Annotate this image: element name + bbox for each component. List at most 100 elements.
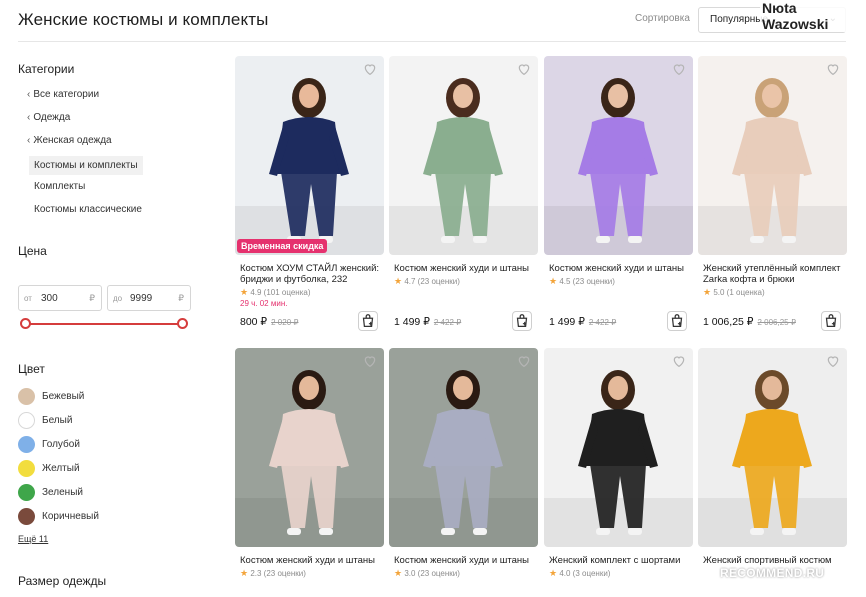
product-image[interactable]: [389, 56, 538, 255]
heart-icon[interactable]: [516, 353, 532, 369]
product-rating: ★ 4.7 (23 оценки): [394, 276, 460, 287]
rating-value: 4.0: [559, 569, 571, 578]
product-price: 1 499 ₽2 422 ₽: [549, 316, 616, 328]
product-name[interactable]: Костюм женский худи и штаны: [394, 555, 534, 566]
color-swatch: [18, 436, 35, 453]
page-header: Женские костюмы и комплекты Сортировка П…: [18, 0, 846, 42]
product-image[interactable]: [235, 348, 384, 547]
product-image[interactable]: [544, 56, 693, 255]
price-slider-max-handle[interactable]: [177, 318, 188, 329]
price-slider-track[interactable]: [24, 323, 184, 325]
discount-timer: 29 ч. 02 мин.: [240, 299, 288, 308]
price-to-value: 9999: [130, 293, 153, 304]
product-card[interactable]: Костюм женский худи и штаны ★ 4.7 (23 оце…: [389, 56, 538, 336]
product-image[interactable]: [698, 348, 847, 547]
category-item[interactable]: ‹ Женская одежда: [27, 135, 112, 146]
product-price: 1 499 ₽2 422 ₽: [394, 316, 461, 328]
size-title: Размер одежды: [18, 574, 107, 588]
star-icon: ★: [240, 287, 249, 297]
cart-icon: [359, 314, 377, 334]
user-name: Nюta Wazowski: [760, 0, 866, 32]
product-card[interactable]: Женский утеплённый комплект Zarka кофта …: [698, 56, 847, 336]
heart-icon[interactable]: [825, 61, 841, 77]
product-card[interactable]: Женский спортивный костюм: [698, 348, 847, 588]
review-count: (1 оценка): [726, 288, 765, 297]
star-icon: ★: [549, 276, 558, 286]
product-name[interactable]: Костюм женский худи и штаны: [549, 263, 689, 274]
product-image[interactable]: [389, 348, 538, 547]
heart-icon[interactable]: [516, 61, 532, 77]
cart-icon: [822, 314, 840, 334]
review-count: (101 оценка): [263, 288, 311, 297]
watermark: RECOMMEND.RU: [720, 566, 825, 580]
color-label: Бежевый: [42, 391, 85, 402]
product-image[interactable]: [544, 348, 693, 547]
more-colors-link[interactable]: Ещё 11: [18, 534, 48, 544]
category-item[interactable]: ‹ Одежда: [27, 112, 70, 123]
product-rating: ★ 4.0 (3 оценки): [549, 568, 610, 579]
current-price: 1 499 ₽: [394, 316, 430, 328]
product-name[interactable]: Женский утеплённый комплект Zarka кофта …: [703, 263, 843, 285]
add-to-cart-button[interactable]: [667, 311, 687, 331]
category-label: Костюмы и комплекты: [34, 160, 138, 171]
price-from-value: 300: [41, 293, 58, 304]
category-label: Одежда: [33, 112, 71, 123]
category-label: Все категории: [33, 89, 100, 100]
old-price: 2 020 ₽: [271, 318, 299, 327]
page-title: Женские костюмы и комплекты: [18, 10, 269, 29]
add-to-cart-button[interactable]: [358, 311, 378, 331]
heart-icon[interactable]: [362, 353, 378, 369]
old-price: 2 422 ₽: [433, 318, 462, 327]
rating-value: 2.3: [250, 569, 262, 578]
category-label: Женская одежда: [33, 135, 112, 146]
category-item[interactable]: Комплекты: [34, 181, 85, 192]
old-price: 2 422 ₽: [588, 318, 617, 327]
category-item[interactable]: Костюмы классические: [34, 204, 142, 215]
price-from-input[interactable]: от 300 ₽: [18, 285, 102, 311]
star-icon: ★: [394, 568, 403, 578]
color-label: Коричневый: [42, 511, 99, 522]
product-name[interactable]: Костюм женский худи и штаны: [394, 263, 534, 274]
heart-icon[interactable]: [671, 61, 687, 77]
product-rating: ★ 5.0 (1 оценка): [703, 287, 765, 298]
price-to-input[interactable]: до 9999 ₽: [107, 285, 191, 311]
price-slider-min-handle[interactable]: [20, 318, 31, 329]
product-name[interactable]: Костюм женский худи и штаны: [240, 555, 380, 566]
heart-icon[interactable]: [671, 353, 687, 369]
category-item[interactable]: ‹ Все категории: [27, 89, 99, 100]
color-label: Белый: [42, 415, 73, 426]
currency-sign: ₽: [178, 293, 184, 303]
add-to-cart-button[interactable]: [512, 311, 532, 331]
star-icon: ★: [549, 568, 558, 578]
product-name[interactable]: Костюм ХОУМ СТАЙЛ женский: бриджи и футб…: [240, 263, 380, 285]
review-count: (3 оценки): [572, 569, 611, 578]
color-label: Зеленый: [42, 487, 83, 498]
product-name[interactable]: Женский спортивный костюм: [703, 555, 843, 566]
product-rating: ★ 3.0 (23 оценки): [394, 568, 460, 579]
product-card[interactable]: Костюм женский худи и штаны ★ 2.3 (23 оце…: [235, 348, 384, 588]
category-item[interactable]: Костюмы и комплекты: [29, 156, 143, 175]
chevron-left-icon: ‹: [27, 89, 31, 100]
product-rating: ★ 4.5 (23 оценки): [549, 276, 615, 287]
color-label: Желтый: [42, 463, 80, 474]
star-icon: ★: [394, 276, 403, 286]
heart-icon[interactable]: [362, 61, 378, 77]
product-card[interactable]: Костюм женский худи и штаны ★ 3.0 (23 оце…: [389, 348, 538, 588]
add-to-cart-button[interactable]: [821, 311, 841, 331]
product-card[interactable]: Костюм женский худи и штаны ★ 4.5 (23 оце…: [544, 56, 693, 336]
color-swatch: [18, 484, 35, 501]
rating-value: 3.0: [404, 569, 416, 578]
product-price: 800 ₽2 020 ₽: [240, 316, 298, 328]
product-image[interactable]: [698, 56, 847, 255]
product-card[interactable]: Женский комплект с шортами ★ 4.0 (3 оценк…: [544, 348, 693, 588]
chevron-left-icon: ‹: [27, 112, 31, 123]
rating-value: 5.0: [713, 288, 725, 297]
heart-icon[interactable]: [825, 353, 841, 369]
product-name[interactable]: Женский комплект с шортами: [549, 555, 689, 566]
old-price: 2 006,25 ₽: [757, 318, 796, 327]
product-image[interactable]: Временная скидка: [235, 56, 384, 255]
current-price: 1 006,25 ₽: [703, 316, 754, 328]
price-to-prefix: до: [113, 294, 123, 303]
chevron-left-icon: ‹: [27, 135, 31, 146]
product-card[interactable]: Временная скидка Костюм ХОУМ СТАЙЛ женски…: [235, 56, 384, 336]
